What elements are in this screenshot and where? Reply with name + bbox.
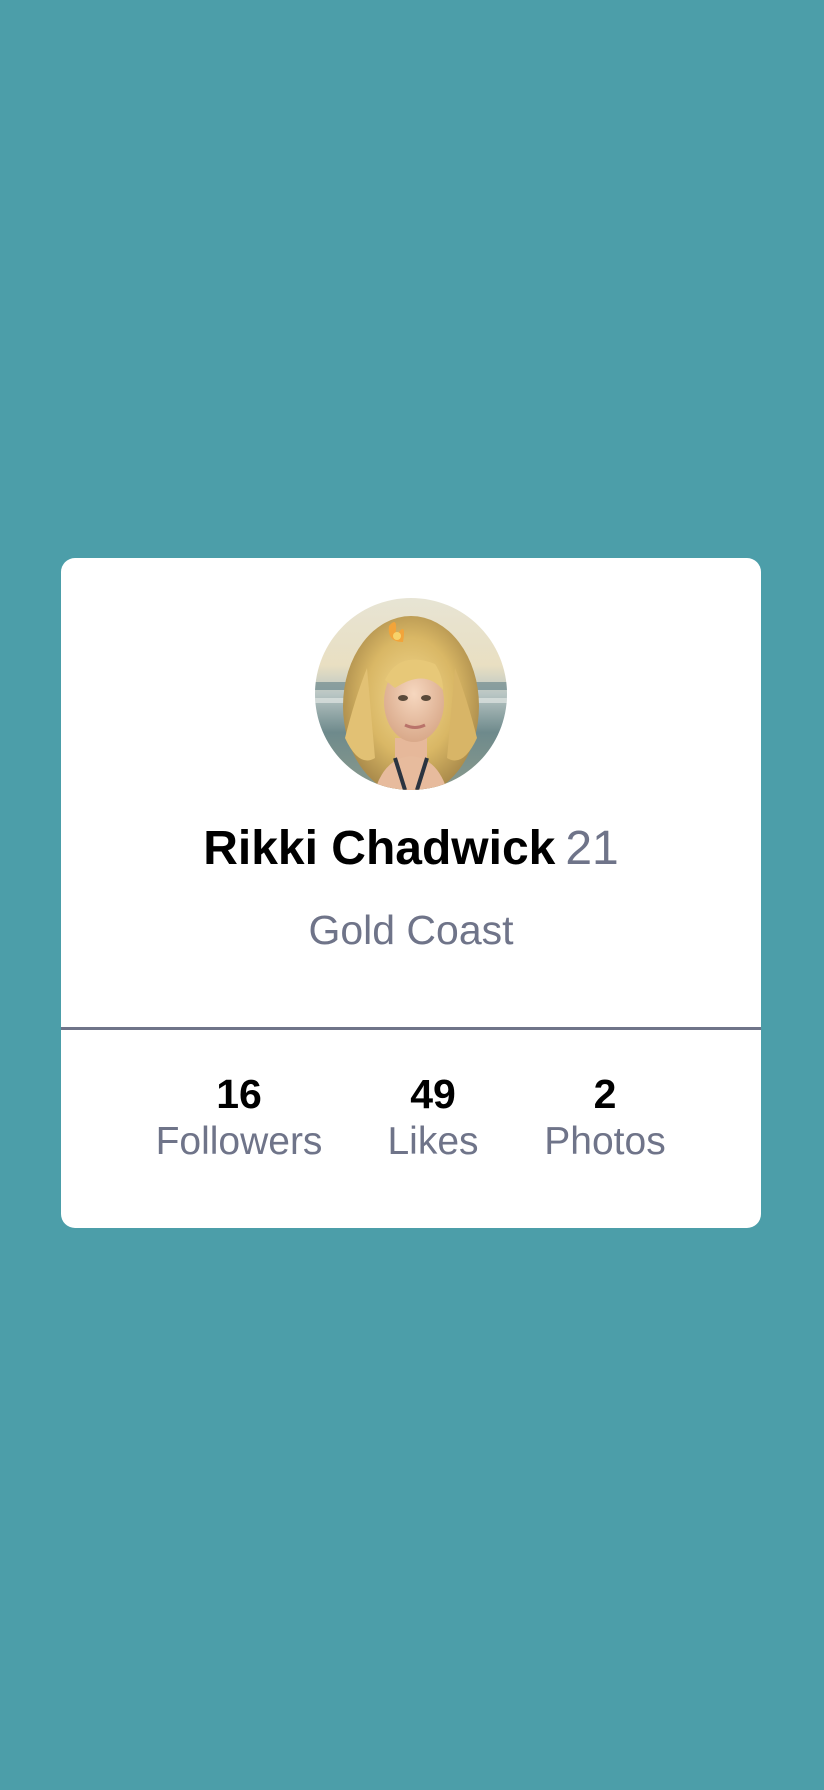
profile-location: Gold Coast [308,907,514,953]
avatar[interactable] [315,598,507,790]
stat-label: Followers [155,1120,323,1164]
profile-stats: 16 Followers 49 Likes 2 Photos [61,1030,761,1228]
stat-followers[interactable]: 16 Followers [156,1070,323,1166]
profile-header: Rikki Chadwick 21 Gold Coast [61,558,761,1027]
stat-photos[interactable]: 2 Photos [544,1070,665,1166]
profile-name: Rikki Chadwick [203,822,556,875]
stat-value: 2 [593,1071,617,1117]
stat-likes[interactable]: 49 Likes [387,1070,478,1166]
profile-name-line: Rikki Chadwick 21 [61,820,761,878]
stat-label: Photos [544,1120,666,1164]
stat-value: 16 [216,1071,262,1117]
stat-label: Likes [387,1120,479,1164]
profile-card: Rikki Chadwick 21 Gold Coast 16 Followers… [61,558,761,1228]
profile-photo-image [315,598,507,790]
profile-age: 21 [565,822,619,875]
stat-value: 49 [410,1071,456,1117]
